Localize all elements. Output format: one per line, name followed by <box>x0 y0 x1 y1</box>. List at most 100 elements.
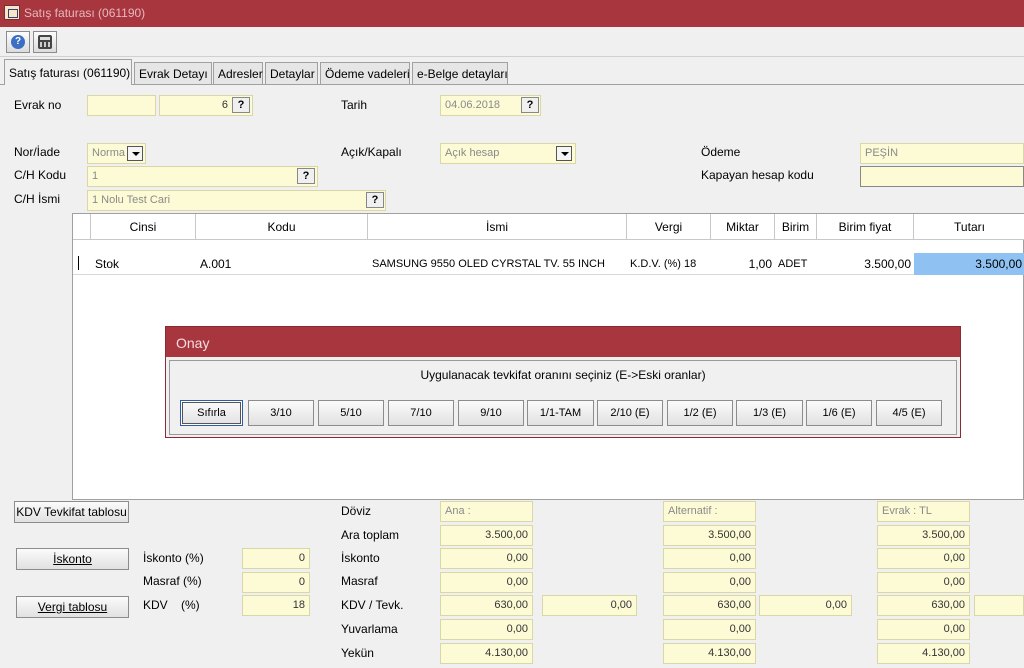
cell-kodu[interactable]: A.001 <box>197 253 368 275</box>
row-cursor-indicator <box>78 256 79 270</box>
column-header-vergi[interactable]: Vergi <box>627 214 711 240</box>
dialog-message: Uygulanacak tevkifat oranını seçiniz (E-… <box>420 368 706 382</box>
column-header-kodu[interactable]: Kodu <box>196 214 368 240</box>
tab-adresler[interactable]: Adresler <box>213 62 263 84</box>
masraf-total-label: Masraf <box>341 574 378 588</box>
rate-1-1-tam-button[interactable]: 1/1-TAM <box>527 400 594 426</box>
column-header-miktar[interactable]: Miktar <box>711 214 775 240</box>
evrak-currency-header: Evrak : TL <box>877 501 970 522</box>
rate-9-10-button[interactable]: 9/10 <box>458 400 524 426</box>
evrak-ara-toplam[interactable]: 3.500,00 <box>877 525 970 546</box>
ch-ismi-lookup-button[interactable]: ? <box>366 192 384 208</box>
evrak-tevkifat[interactable] <box>974 595 1024 616</box>
column-header-cinsi[interactable]: Cinsi <box>91 214 196 240</box>
ana-currency-header: Ana : <box>440 501 533 522</box>
kdv-pct-field[interactable]: 18 <box>242 595 310 616</box>
kdv-label: KDV <box>143 598 168 612</box>
evrak-masraf[interactable]: 0,00 <box>877 572 970 593</box>
tab-ebelge-detaylari[interactable]: e-Belge detayları <box>412 62 508 84</box>
masraf-pct-label: Masraf (%) <box>143 574 202 588</box>
yuvarlama-label: Yuvarlama <box>341 622 398 636</box>
ara-toplam-label: Ara toplam <box>341 528 400 542</box>
evrak-iskonto[interactable]: 0,00 <box>877 548 970 569</box>
tab-odeme-vadeleri[interactable]: Ödeme vadeleri <box>320 62 410 84</box>
alternatif-yuvarlama[interactable]: 0,00 <box>663 619 756 640</box>
ana-tevkifat[interactable]: 0,00 <box>542 595 637 616</box>
kdv-tevkifat-tablosu-button[interactable]: KDV Tevkifat tablosu <box>14 501 129 523</box>
calculator-icon <box>38 35 52 49</box>
evrak-yekun[interactable]: 4.130,00 <box>877 643 970 664</box>
rate-1-3-e-button[interactable]: 1/3 (E) <box>736 400 803 426</box>
rate-2-10-e-button[interactable]: 2/10 (E) <box>597 400 663 426</box>
tarih-picker-button[interactable]: ? <box>521 97 539 113</box>
cell-cinsi[interactable]: Stok <box>92 253 196 275</box>
onay-dialog: Onay Uygulanacak tevkifat oranını seçini… <box>165 326 961 438</box>
odeme-field[interactable]: PEŞİN <box>860 143 1024 164</box>
rate-1-2-e-button[interactable]: 1/2 (E) <box>667 400 733 426</box>
ch-kodu-label: C/H Kodu <box>14 168 67 182</box>
evrak-no-label: Evrak no <box>14 98 62 112</box>
column-header-birim-fiyat[interactable]: Birim fiyat <box>817 214 914 240</box>
kapayan-hesap-field[interactable] <box>860 166 1024 187</box>
rate-7-10-button[interactable]: 7/10 <box>388 400 454 426</box>
column-header-birim[interactable]: Birim <box>775 214 817 240</box>
ch-ismi-label: C/H İsmi <box>14 192 60 206</box>
nor-iade-dropdown-icon[interactable] <box>127 146 143 161</box>
vergi-tablosu-button[interactable]: Vergi tablosu <box>16 596 129 618</box>
evrak-yuvarlama[interactable]: 0,00 <box>877 619 970 640</box>
acik-kapali-dropdown-icon[interactable] <box>556 146 572 161</box>
tab-detaylar[interactable]: Detaylar <box>265 62 318 84</box>
ch-kodu-field[interactable]: 1 <box>87 166 318 187</box>
doviz-label: Döviz <box>341 504 372 518</box>
ch-ismi-field[interactable]: 1 Nolu Test Cari <box>87 190 386 211</box>
sifirla-button[interactable]: Sıfırla <box>180 400 243 426</box>
evrak-no-lookup-button[interactable]: ? <box>232 97 250 113</box>
odeme-label: Ödeme <box>701 145 741 159</box>
rate-3-10-button[interactable]: 3/10 <box>248 400 314 426</box>
ana-iskonto[interactable]: 0,00 <box>440 548 533 569</box>
masraf-pct-field[interactable]: 0 <box>242 572 310 593</box>
tab-evrak-detayi[interactable]: Evrak Detayı <box>134 62 212 84</box>
cell-birim[interactable]: ADET <box>775 253 817 275</box>
evrak-kdv[interactable]: 630,00 <box>877 595 970 616</box>
toolbar: ? <box>0 27 1024 57</box>
calculator-button[interactable] <box>33 31 57 53</box>
ana-yekun[interactable]: 4.130,00 <box>440 643 533 664</box>
iskonto-button[interactable]: İskonto <box>16 548 129 570</box>
alternatif-kdv[interactable]: 630,00 <box>663 595 756 616</box>
kdv-pct-suffix: (%) <box>181 598 200 612</box>
acik-kapali-label: Açık/Kapalı <box>341 145 402 159</box>
alternatif-yekun[interactable]: 4.130,00 <box>663 643 756 664</box>
cell-birim-fiyat[interactable]: 3.500,00 <box>817 253 914 275</box>
title-bar: Satış faturası (061190) <box>0 0 1024 27</box>
ana-kdv[interactable]: 630,00 <box>440 595 533 616</box>
grid-indicator-header <box>73 214 91 240</box>
help-button[interactable]: ? <box>6 31 30 53</box>
alternatif-tevkifat[interactable]: 0,00 <box>759 595 852 616</box>
alternatif-iskonto[interactable]: 0,00 <box>663 548 756 569</box>
rate-4-5-e-button[interactable]: 4/5 (E) <box>876 400 942 426</box>
alternatif-masraf[interactable]: 0,00 <box>663 572 756 593</box>
dialog-title: Onay <box>166 327 960 357</box>
column-header-ismi[interactable]: İsmi <box>368 214 627 240</box>
nor-iade-label: Nor/İade <box>14 145 61 159</box>
yekun-label: Yekün <box>341 646 374 660</box>
ch-kodu-lookup-button[interactable]: ? <box>297 168 315 184</box>
iskonto-total-label: İskonto <box>341 551 380 565</box>
cell-miktar[interactable]: 1,00 <box>711 253 775 275</box>
rate-1-6-e-button[interactable]: 1/6 (E) <box>806 400 872 426</box>
cell-vergi[interactable]: K.D.V. (%) 18 <box>627 253 711 275</box>
ana-ara-toplam[interactable]: 3.500,00 <box>440 525 533 546</box>
cell-tutari-selected[interactable]: 3.500,00 <box>914 253 1024 275</box>
ana-masraf[interactable]: 0,00 <box>440 572 533 593</box>
tab-satis-faturasi[interactable]: Satış faturası (061190) <box>4 59 132 85</box>
cell-ismi[interactable]: SAMSUNG 9550 OLED CYRSTAL TV. 55 INCH <box>369 253 627 275</box>
alternatif-ara-toplam[interactable]: 3.500,00 <box>663 525 756 546</box>
evrak-seri-field[interactable] <box>87 95 156 116</box>
table-row[interactable]: Stok A.001 SAMSUNG 9550 OLED CYRSTAL TV.… <box>73 251 1024 275</box>
ana-yuvarlama[interactable]: 0,00 <box>440 619 533 640</box>
column-header-tutari[interactable]: Tutarı <box>914 214 1024 240</box>
alternatif-currency-header: Alternatif : <box>663 501 756 522</box>
iskonto-pct-field[interactable]: 0 <box>242 548 310 569</box>
rate-5-10-button[interactable]: 5/10 <box>318 400 384 426</box>
